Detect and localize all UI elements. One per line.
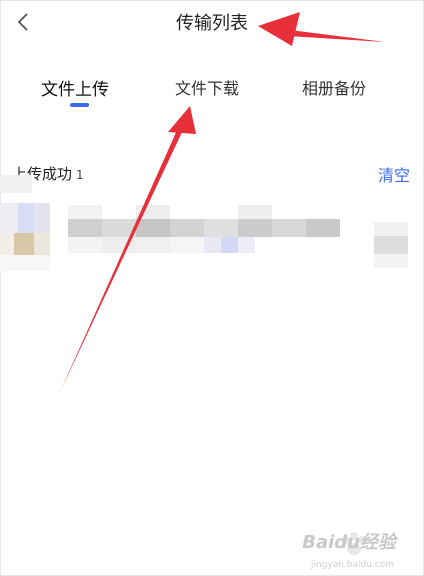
section-count: 1 <box>76 168 84 182</box>
tab-upload[interactable]: 文件上传 <box>41 75 109 100</box>
mosaic-block <box>68 219 102 237</box>
active-tab-indicator <box>70 103 89 107</box>
mosaic-block <box>221 237 238 253</box>
mosaic-block <box>0 233 14 255</box>
tab-bar: 文件上传 文件下载 相册备份 <box>0 75 424 115</box>
mosaic-block <box>18 203 34 233</box>
mosaic-block <box>14 233 34 255</box>
mosaic-block <box>136 219 170 237</box>
watermark-url: jingyan.baidu.com <box>310 560 394 570</box>
mosaic-block <box>136 205 170 219</box>
mosaic-block <box>238 219 272 237</box>
mosaic-block <box>204 219 238 237</box>
mosaic-block <box>374 254 408 268</box>
mosaic-block <box>272 219 306 237</box>
mosaic-block <box>136 237 170 253</box>
mosaic-block <box>0 175 32 193</box>
mosaic-block <box>374 222 408 236</box>
tab-album-backup[interactable]: 相册备份 <box>302 75 366 99</box>
mosaic-block <box>0 203 18 233</box>
page-title: 传输列表 <box>176 13 248 34</box>
mosaic-block <box>34 233 50 255</box>
mosaic-block <box>374 236 408 254</box>
mosaic-block <box>204 237 221 253</box>
clear-button[interactable]: 清空 <box>378 162 410 186</box>
mosaic-block <box>102 219 136 237</box>
mosaic-block <box>68 237 102 253</box>
mosaic-block <box>170 237 204 253</box>
tab-download[interactable]: 文件下载 <box>175 75 239 99</box>
watermark-text: Baidu经验 <box>302 532 396 553</box>
mosaic-block <box>102 237 136 253</box>
mosaic-block <box>306 219 340 237</box>
mosaic-block <box>170 219 204 237</box>
mosaic-block <box>238 237 255 253</box>
mosaic-block <box>34 203 50 233</box>
mosaic-block <box>0 255 50 271</box>
mosaic-block <box>238 205 272 219</box>
mosaic-block <box>68 205 102 219</box>
